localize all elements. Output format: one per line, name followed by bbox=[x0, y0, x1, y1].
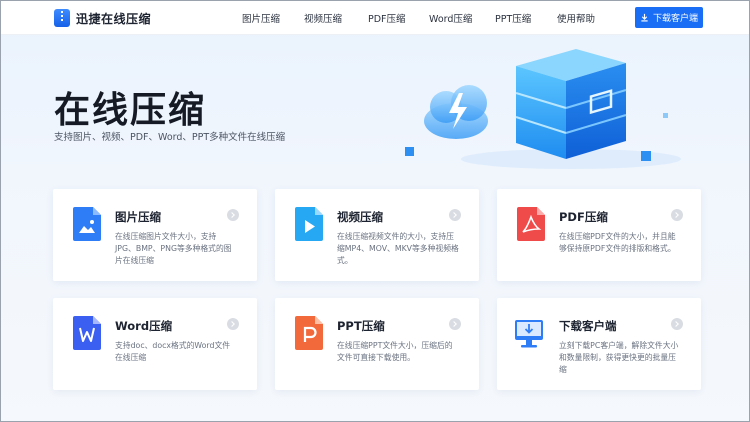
chevron-right-icon[interactable] bbox=[671, 318, 683, 330]
card-title: PDF压缩 bbox=[559, 210, 608, 224]
download-client-button[interactable]: 下载客户端 bbox=[635, 7, 703, 28]
card-word-compress[interactable]: Word压缩 支持doc、docx格式的Word文件在线压缩 bbox=[53, 298, 257, 390]
cloud-lightning-icon bbox=[424, 85, 488, 139]
word-file-icon bbox=[73, 316, 101, 350]
page-title: 在线压缩 bbox=[54, 90, 207, 131]
pdf-file-icon bbox=[517, 207, 545, 241]
image-file-icon bbox=[73, 207, 101, 241]
video-file-icon bbox=[295, 207, 323, 241]
small-cube bbox=[641, 151, 651, 161]
chevron-right-icon[interactable] bbox=[227, 209, 239, 221]
nav-ppt-compress[interactable]: PPT压缩 bbox=[495, 11, 531, 25]
card-description: 在线压缩视频文件的大小，支持压缩MP4、MOV、MKV等多种视频格式。 bbox=[337, 232, 459, 265]
chevron-right-icon[interactable] bbox=[671, 209, 683, 221]
card-description: 在线压缩PPT文件大小，压缩后的文件可直接下载使用。 bbox=[337, 341, 453, 362]
small-cube bbox=[663, 113, 668, 118]
card-title: PPT压缩 bbox=[337, 319, 385, 333]
card-pdf-compress[interactable]: PDF压缩 在线压缩PDF文件的大小，并且能够保持原PDF文件的排版和格式。 bbox=[497, 189, 701, 281]
chevron-right-icon[interactable] bbox=[449, 209, 461, 221]
compressed-cube-graphic bbox=[515, 49, 627, 159]
chevron-right-icon[interactable] bbox=[227, 318, 239, 330]
nav-pdf-compress[interactable]: PDF压缩 bbox=[368, 11, 406, 25]
card-description: 支持doc、docx格式的Word文件在线压缩 bbox=[115, 341, 231, 362]
download-client-label: 下载客户端 bbox=[652, 14, 698, 24]
logo-text: 迅捷在线压缩 bbox=[76, 11, 152, 26]
ppt-file-icon bbox=[295, 316, 323, 350]
card-video-compress[interactable]: 视频压缩 在线压缩视频文件的大小，支持压缩MP4、MOV、MKV等多种视频格式。 bbox=[275, 189, 479, 281]
card-description: 在线压缩图片文件大小，支持JPG、BMP、PNG等多种格式的图片在线压缩 bbox=[115, 232, 232, 265]
card-description: 立刻下载PC客户端，解除文件大小和数量限制，获得更快更的批量压缩 bbox=[559, 341, 679, 374]
nav-image-compress[interactable]: 图片压缩 bbox=[242, 11, 280, 25]
card-image-compress[interactable]: 图片压缩 在线压缩图片文件大小，支持JPG、BMP、PNG等多种格式的图片在线压… bbox=[53, 189, 257, 281]
hero-illustration bbox=[405, 49, 681, 169]
download-icon bbox=[641, 13, 648, 22]
card-ppt-compress[interactable]: PPT压缩 在线压缩PPT文件大小，压缩后的文件可直接下载使用。 bbox=[275, 298, 479, 390]
desktop-download-icon bbox=[515, 320, 543, 348]
app-window: 迅捷在线压缩 图片压缩 视频压缩 PDF压缩 Word压缩 PPT压缩 使用帮助… bbox=[0, 0, 750, 422]
nav-video-compress[interactable]: 视频压缩 bbox=[304, 11, 342, 25]
card-title: Word压缩 bbox=[115, 319, 173, 333]
zip-logo-icon bbox=[54, 9, 70, 27]
card-download-client[interactable]: 下载客户端 立刻下载PC客户端，解除文件大小和数量限制，获得更快更的批量压缩 bbox=[497, 298, 701, 390]
card-title: 视频压缩 bbox=[337, 210, 383, 224]
card-description: 在线压缩PDF文件的大小，并且能够保持原PDF文件的排版和格式。 bbox=[559, 232, 676, 253]
nav-word-compress[interactable]: Word压缩 bbox=[429, 11, 472, 25]
page-subtitle: 支持图片、视频、PDF、Word、PPT多种文件在线压缩 bbox=[54, 132, 286, 143]
nav-help[interactable]: 使用帮助 bbox=[557, 11, 595, 25]
card-title: 下载客户端 bbox=[559, 319, 617, 333]
card-title: 图片压缩 bbox=[115, 210, 161, 224]
site-logo[interactable]: 迅捷在线压缩 bbox=[54, 8, 151, 28]
small-cube bbox=[405, 147, 414, 156]
chevron-right-icon[interactable] bbox=[449, 318, 461, 330]
top-navbar: 迅捷在线压缩 图片压缩 视频压缩 PDF压缩 Word压缩 PPT压缩 使用帮助… bbox=[1, 1, 749, 35]
